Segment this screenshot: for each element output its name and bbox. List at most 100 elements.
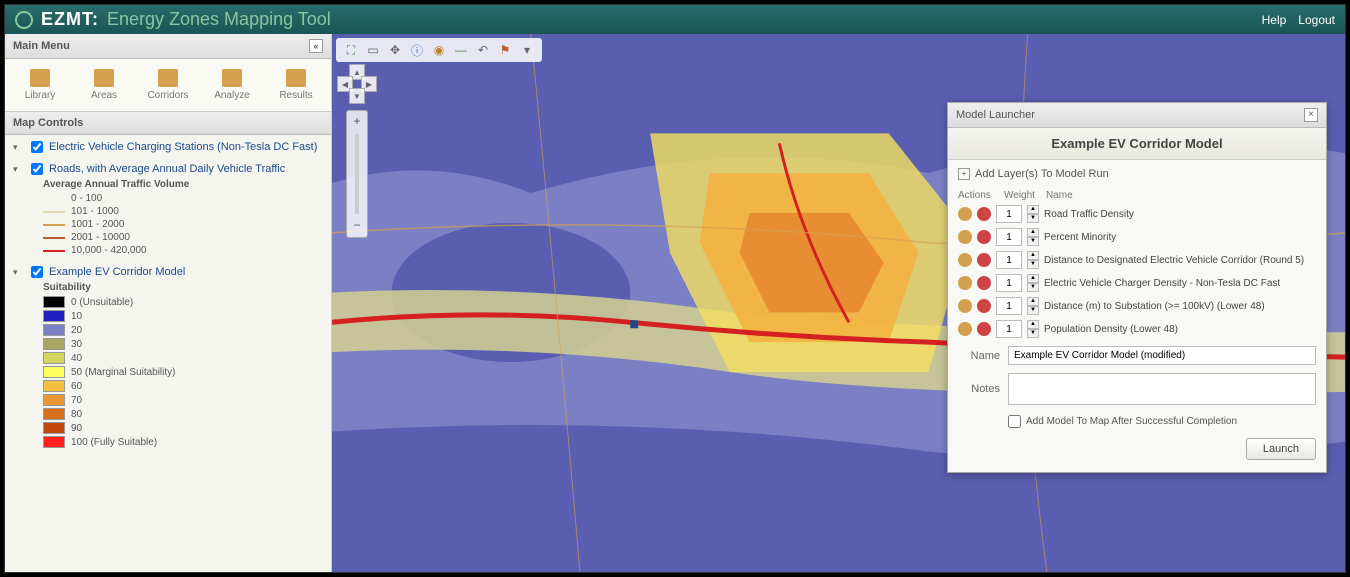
spinner-down[interactable]: ▼ xyxy=(1027,260,1039,269)
legend-row: 100 (Fully Suitable) xyxy=(43,436,323,448)
legend-label: 30 xyxy=(71,339,82,350)
layer-title: Example EV Corridor Model xyxy=(49,266,185,278)
legend-line-swatch xyxy=(43,237,65,239)
name-field-label: Name xyxy=(958,350,1000,362)
legend-swatch xyxy=(43,408,65,420)
spinner-down[interactable]: ▼ xyxy=(1027,214,1039,223)
legend-row: 40 xyxy=(43,352,323,364)
marker-tool-icon[interactable]: ⚑ xyxy=(496,41,514,59)
legend-title: Average Annual Traffic Volume xyxy=(43,179,323,190)
zoom-slider[interactable] xyxy=(355,134,359,214)
zoom-in-button[interactable]: + xyxy=(349,114,365,130)
param-weight-input[interactable] xyxy=(996,297,1022,315)
layer-header[interactable]: ▾ Example EV Corridor Model xyxy=(13,266,323,278)
spinner-down[interactable]: ▼ xyxy=(1027,283,1039,292)
legend-label: 20 xyxy=(71,325,82,336)
param-weight-input[interactable] xyxy=(996,228,1022,246)
layer-checkbox[interactable] xyxy=(31,163,43,175)
col-actions: Actions xyxy=(958,190,998,201)
spinner-up[interactable]: ▲ xyxy=(1027,228,1039,237)
param-delete-icon[interactable] xyxy=(977,253,991,267)
pan-down-button[interactable]: ▼ xyxy=(349,88,365,104)
modal-title: Example EV Corridor Model xyxy=(948,128,1326,160)
param-edit-icon[interactable] xyxy=(958,322,972,336)
add-layers-expander[interactable]: + Add Layer(s) To Model Run xyxy=(958,168,1316,180)
spinner-down[interactable]: ▼ xyxy=(1027,237,1039,246)
param-edit-icon[interactable] xyxy=(958,276,972,290)
model-notes-input[interactable] xyxy=(1008,373,1316,405)
legend-line-swatch xyxy=(43,224,65,226)
param-name: Distance (m) to Substation (>= 100kV) (L… xyxy=(1044,301,1265,312)
add-to-map-checkbox[interactable] xyxy=(1008,415,1021,428)
param-delete-icon[interactable] xyxy=(977,276,991,290)
param-weight-input[interactable] xyxy=(996,274,1022,292)
param-delete-icon[interactable] xyxy=(977,322,991,336)
sidebar: Main Menu « Library Areas CorridorsAnalyze… xyxy=(5,34,332,572)
help-link[interactable]: Help xyxy=(1262,13,1287,27)
layer-checkbox[interactable] xyxy=(31,141,43,153)
zoom-out-button[interactable]: − xyxy=(349,218,365,234)
globe-tool-icon[interactable]: ◉ xyxy=(430,41,448,59)
param-weight-input[interactable] xyxy=(996,251,1022,269)
spinner-up[interactable]: ▲ xyxy=(1027,297,1039,306)
spinner-up[interactable]: ▲ xyxy=(1027,251,1039,260)
modal-close-button[interactable]: × xyxy=(1304,108,1318,122)
tool-areas[interactable]: Areas xyxy=(73,65,135,105)
tool-library[interactable]: Library xyxy=(9,65,71,105)
layer-collapse-icon[interactable]: ▾ xyxy=(13,267,25,278)
param-edit-icon[interactable] xyxy=(958,253,972,267)
layer-collapse-icon[interactable]: ▾ xyxy=(13,142,25,153)
tool-results[interactable]: Results xyxy=(265,65,327,105)
app-header: EZMT: Energy Zones Mapping Tool Help Log… xyxy=(5,5,1345,34)
info-tool-icon[interactable]: ⓘ xyxy=(408,41,426,59)
weight-spinner: ▲▼ xyxy=(1027,320,1039,338)
logout-link[interactable]: Logout xyxy=(1298,13,1335,27)
param-edit-icon[interactable] xyxy=(958,299,972,313)
param-edit-icon[interactable] xyxy=(958,230,972,244)
fullextent-tool-icon[interactable]: ⛶ xyxy=(342,41,360,59)
undo-tool-icon[interactable]: ↶ xyxy=(474,41,492,59)
legend-row: 90 xyxy=(43,422,323,434)
tool-icon xyxy=(158,69,178,87)
tool-corridors[interactable]: Corridors xyxy=(137,65,199,105)
layer-collapse-icon[interactable]: ▾ xyxy=(13,164,25,175)
param-edit-icon[interactable] xyxy=(958,207,972,221)
legend-row: 80 xyxy=(43,408,323,420)
layer-header[interactable]: ▾ Roads, with Average Annual Daily Vehicl… xyxy=(13,163,323,175)
spinner-up[interactable]: ▲ xyxy=(1027,274,1039,283)
spinner-up[interactable]: ▲ xyxy=(1027,205,1039,214)
legend-row: 2001 - 10000 xyxy=(43,232,323,243)
param-delete-icon[interactable] xyxy=(977,207,991,221)
select-tool-icon[interactable]: ▭ xyxy=(364,41,382,59)
layer-checkbox[interactable] xyxy=(31,266,43,278)
param-delete-icon[interactable] xyxy=(977,230,991,244)
param-row: ▲▼ Distance (m) to Substation (>= 100kV) … xyxy=(958,297,1316,315)
model-name-input[interactable] xyxy=(1008,346,1316,365)
sidebar-tools: Library Areas CorridorsAnalyzeResults xyxy=(5,59,331,112)
main-menu-label: Main Menu xyxy=(13,40,70,52)
layer-title: Roads, with Average Annual Daily Vehicle… xyxy=(49,163,285,175)
param-row: ▲▼Electric Vehicle Charger Density - Non… xyxy=(958,274,1316,292)
param-weight-input[interactable] xyxy=(996,205,1022,223)
legend-label: 0 - 100 xyxy=(71,193,102,204)
pan-tool-icon[interactable]: ✥ xyxy=(386,41,404,59)
param-delete-icon[interactable] xyxy=(977,299,991,313)
spinner-down[interactable]: ▼ xyxy=(1027,306,1039,315)
pan-dpad: ▲ ◀ ▶ ▼ xyxy=(337,64,377,104)
tool-label: Areas xyxy=(91,90,117,101)
launch-button[interactable]: Launch xyxy=(1246,438,1316,460)
brand-subtitle: Energy Zones Mapping Tool xyxy=(107,9,331,30)
weight-spinner: ▲▼ xyxy=(1027,228,1039,246)
spinner-down[interactable]: ▼ xyxy=(1027,329,1039,338)
weight-spinner: ▲▼ xyxy=(1027,297,1039,315)
layer-header[interactable]: ▾Electric Vehicle Charging Stations (Non… xyxy=(13,141,323,153)
more-tool-icon[interactable]: ▾ xyxy=(518,41,536,59)
collapse-sidebar-button[interactable]: « xyxy=(309,39,323,53)
spinner-up[interactable]: ▲ xyxy=(1027,320,1039,329)
measure-tool-icon[interactable]: — xyxy=(452,41,470,59)
map-viewport[interactable]: ⛶ ▭ ✥ ⓘ ◉ — ↶ ⚑ ▾ ▲ ◀ ▶ ▼ + − xyxy=(332,34,1345,572)
legend-swatch xyxy=(43,296,65,308)
legend-title: Suitability xyxy=(43,282,323,293)
param-weight-input[interactable] xyxy=(996,320,1022,338)
tool-analyze[interactable]: Analyze xyxy=(201,65,263,105)
